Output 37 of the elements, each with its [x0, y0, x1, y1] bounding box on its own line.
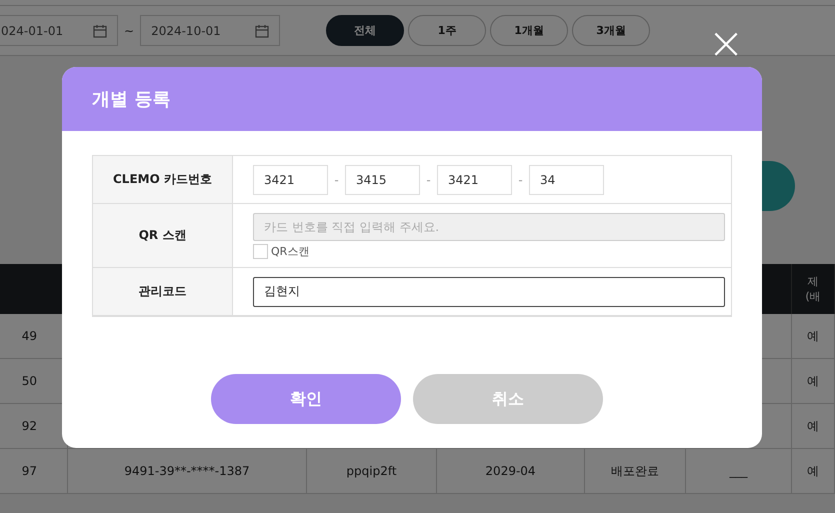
table-cell: 92 [0, 404, 68, 449]
period-button[interactable]: 1주 [408, 15, 486, 46]
checkbox-label: QR스캔 [271, 244, 310, 258]
table-cell: 9491-39**-****-1387 [68, 449, 307, 494]
field-label: QR 스캔 [93, 204, 233, 268]
card-number-input[interactable]: 3421 [437, 164, 512, 194]
close-button[interactable]: × [706, 24, 746, 64]
table-cell: 배포완료 [585, 449, 686, 494]
date-field[interactable]: 2024-10-01 [140, 15, 280, 46]
table-cell: ___ [686, 449, 792, 494]
table-cell: 2029-04 [437, 449, 585, 494]
dialog-title: 개별 등록 [92, 88, 170, 111]
dash-separator: - [428, 172, 429, 186]
table-cell: 예 [792, 404, 835, 449]
period-button[interactable]: 전체 [326, 15, 404, 46]
table-cell: ppqip2ft [307, 449, 437, 494]
period-button[interactable]: 3개월 [572, 15, 650, 46]
calendar-icon[interactable] [255, 24, 270, 38]
dash-separator: - [520, 172, 521, 186]
card-number-input[interactable]: 3415 [345, 164, 420, 194]
field-label: CLEMO 카드번호 [93, 156, 233, 204]
table-cell: 예 [792, 449, 835, 494]
field-label: 관리코드 [93, 268, 233, 316]
table-cell: 97 [0, 449, 68, 494]
period-button[interactable]: 1개월 [490, 15, 568, 46]
card-number-input[interactable]: 34 [529, 164, 604, 194]
table-header-cell: 제 (배 [792, 264, 835, 314]
card-number-input[interactable]: 3421 [253, 164, 328, 194]
qr-scan-checkbox[interactable] [253, 244, 268, 258]
management-code-input[interactable]: 김현지 [253, 276, 725, 306]
table-cell: 예 [792, 314, 835, 359]
table-cell: 예 [792, 359, 835, 404]
calendar-icon[interactable] [93, 24, 107, 38]
range-separator: ~ [124, 24, 134, 38]
confirm-button[interactable]: 확인 [211, 374, 401, 424]
dash-separator: - [336, 172, 337, 186]
date-field[interactable]: 024-01-01 [0, 15, 118, 46]
